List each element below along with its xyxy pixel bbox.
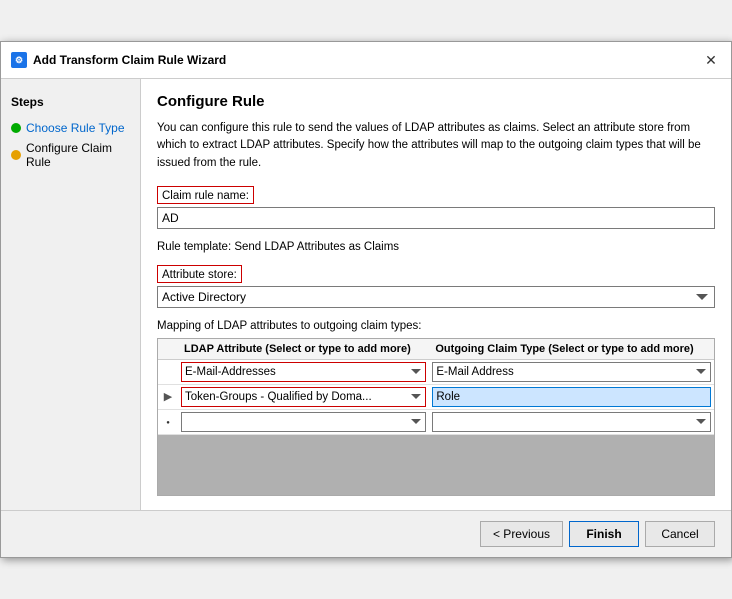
cancel-button[interactable]: Cancel — [645, 521, 715, 547]
ldap-select-3[interactable] — [181, 412, 426, 432]
row-arrow-icon: ▶ — [164, 391, 172, 403]
close-icon: ✕ — [705, 52, 717, 69]
title-bar: ⚙ Add Transform Claim Rule Wizard ✕ — [1, 42, 731, 79]
table-row: ▶ Token-Groups - Qualified by Doma... — [158, 384, 714, 409]
claim-rule-name-label: Claim rule name: — [162, 190, 249, 202]
claim-rule-name-label-wrapper: Claim rule name: — [157, 186, 254, 204]
sidebar: Steps Choose Rule Type Configure Claim R… — [1, 79, 141, 510]
dialog-title: Add Transform Claim Rule Wizard — [33, 53, 226, 67]
close-button[interactable]: ✕ — [701, 50, 721, 70]
dialog-body: Steps Choose Rule Type Configure Claim R… — [1, 79, 731, 510]
ldap-cell-3 — [178, 409, 429, 434]
arrow-col-1 — [158, 359, 178, 384]
footer: < Previous Finish Cancel — [1, 510, 731, 557]
attribute-store-label-wrapper: Attribute store: — [157, 265, 242, 283]
gray-area — [158, 435, 714, 495]
table-row: ● — [158, 409, 714, 434]
sidebar-item-choose-rule-type[interactable]: Choose Rule Type — [11, 121, 130, 135]
arrow-col-2: ▶ — [158, 384, 178, 409]
outgoing-select-3[interactable] — [432, 412, 711, 432]
title-bar-left: ⚙ Add Transform Claim Rule Wizard — [11, 52, 226, 68]
bullet-icon: ● — [166, 420, 170, 426]
col-ldap-header: LDAP Attribute (Select or type to add mo… — [178, 339, 429, 360]
outgoing-input-2[interactable] — [432, 387, 711, 407]
outgoing-select-1[interactable]: E-Mail Address — [432, 362, 711, 382]
attribute-store-select[interactable]: Active Directory Custom Attribute Store — [157, 286, 715, 308]
sidebar-link-choose-rule-type[interactable]: Choose Rule Type — [26, 121, 125, 135]
step-dot-choose-rule-type — [11, 123, 21, 133]
outgoing-cell-2 — [429, 384, 714, 409]
dialog-window: ⚙ Add Transform Claim Rule Wizard ✕ Step… — [0, 41, 732, 558]
sidebar-label-configure-claim-rule: Configure Claim Rule — [26, 141, 130, 169]
ldap-select-2[interactable]: Token-Groups - Qualified by Doma... — [181, 387, 426, 407]
bullet-col-3: ● — [158, 409, 178, 434]
description-text: You can configure this rule to send the … — [157, 120, 715, 172]
mapping-table: LDAP Attribute (Select or type to add mo… — [158, 339, 714, 435]
rule-template-text: Rule template: Send LDAP Attributes as C… — [157, 241, 715, 253]
sidebar-item-configure-claim-rule: Configure Claim Rule — [11, 141, 130, 169]
attribute-store-label: Attribute store: — [162, 269, 237, 281]
ldap-select-1[interactable]: E-Mail-Addresses — [181, 362, 426, 382]
previous-button[interactable]: < Previous — [480, 521, 563, 547]
col-arrow-header — [158, 339, 178, 360]
claim-rule-name-input[interactable] — [157, 207, 715, 229]
claim-rule-name-group: Claim rule name: — [157, 186, 715, 229]
finish-button[interactable]: Finish — [569, 521, 639, 547]
main-content: Configure Rule You can configure this ru… — [141, 79, 731, 510]
sidebar-title: Steps — [11, 95, 130, 109]
col-outgoing-header: Outgoing Claim Type (Select or type to a… — [429, 339, 714, 360]
outgoing-cell-3 — [429, 409, 714, 434]
mapping-table-header-row: LDAP Attribute (Select or type to add mo… — [158, 339, 714, 360]
mapping-label: Mapping of LDAP attributes to outgoing c… — [157, 320, 715, 332]
ldap-cell-1: E-Mail-Addresses — [178, 359, 429, 384]
ldap-cell-2: Token-Groups - Qualified by Doma... — [178, 384, 429, 409]
step-dot-configure-claim-rule — [11, 150, 21, 160]
mapping-table-wrapper: LDAP Attribute (Select or type to add mo… — [157, 338, 715, 496]
attribute-store-group: Attribute store: Active Directory Custom… — [157, 265, 715, 308]
table-row: E-Mail-Addresses E-Mail Address — [158, 359, 714, 384]
wizard-icon: ⚙ — [11, 52, 27, 68]
page-title: Configure Rule — [157, 93, 715, 110]
outgoing-cell-1: E-Mail Address — [429, 359, 714, 384]
